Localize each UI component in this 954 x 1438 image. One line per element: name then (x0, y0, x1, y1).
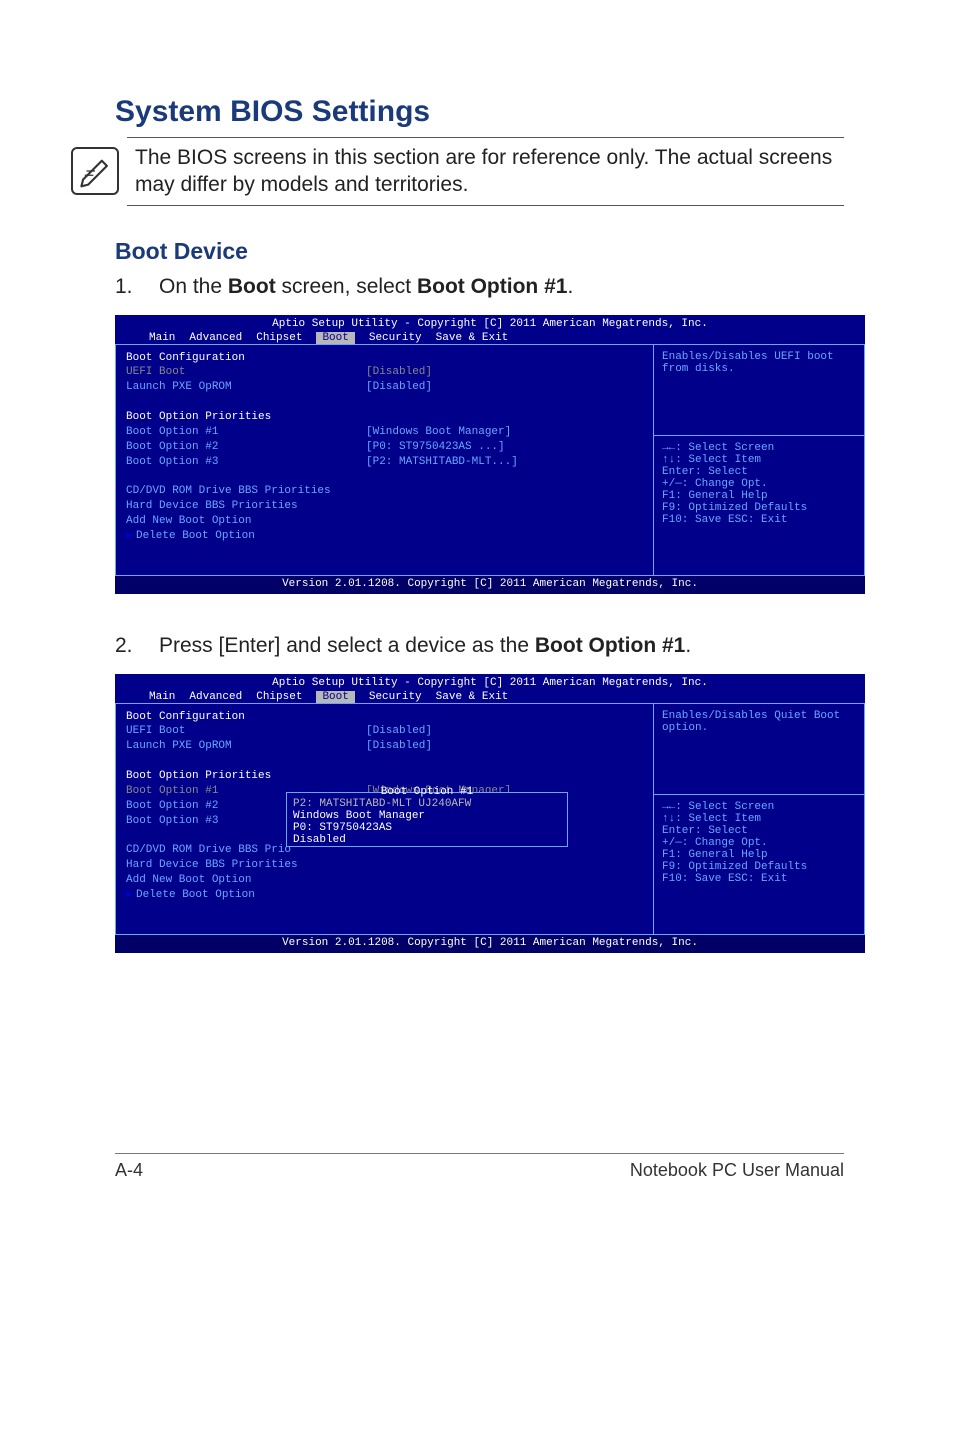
bios-tabs: Main Advanced Chipset Boot Security Save… (115, 691, 865, 703)
bios-key-hint: ↑↓: Select Item (662, 813, 856, 825)
bios-key-hint: F1: General Help (662, 490, 856, 502)
bios-help-text: Enables/Disables Quiet Boot option. (662, 710, 856, 734)
popup-item: Disabled (287, 834, 567, 846)
bios-item: Launch PXE OpROM (126, 739, 366, 754)
bios-key-hint: F9: Optimized Defaults (662, 502, 856, 514)
bios-section: Boot Configuration (126, 351, 245, 366)
footer-text: Notebook PC User Manual (630, 1160, 844, 1181)
bios-item: Boot Option #3 (126, 455, 366, 470)
bios-tab: Main (149, 332, 175, 344)
bios-item-selected: UEFI Boot (126, 365, 366, 380)
bios-value: [P0: ST9750423AS ...] (366, 440, 505, 455)
bios-tab: Main (149, 691, 175, 703)
bios-tab-active: Boot (316, 691, 354, 703)
section-heading: Boot Device (115, 238, 844, 265)
bios-key-hint: +/—: Change Opt. (662, 478, 856, 490)
bios-key-hint: →←: Select Screen (662, 442, 856, 454)
bios-title: Aptio Setup Utility - Copyright [C] 2011… (115, 674, 865, 691)
popup-item: Windows Boot Manager (287, 810, 567, 822)
bios-key-hint: F10: Save ESC: Exit (662, 514, 856, 526)
bios-key-hint: +/—: Change Opt. (662, 837, 856, 849)
bios-value: [Disabled] (366, 380, 432, 395)
bios-tab: Advanced (189, 691, 242, 703)
bios-footer: Version 2.01.1208. Copyright [C] 2011 Am… (115, 576, 865, 594)
step-text: Press [Enter] and select a device as the… (159, 634, 844, 658)
bios-key-hint: ↑↓: Select Item (662, 454, 856, 466)
bios-value: [P2: MATSHITABD-MLT...] (366, 455, 518, 470)
bios-popup: Boot Option #1 P2: MATSHITABD-MLT UJ240A… (286, 792, 568, 847)
bios-help-text: Enables/Disables UEFI boot from disks. (662, 351, 856, 375)
bios-title: Aptio Setup Utility - Copyright [C] 2011… (115, 315, 865, 332)
bios-item: UEFI Boot (126, 724, 366, 739)
step-text: On the Boot screen, select Boot Option #… (159, 275, 844, 299)
bios-tabs: Main Advanced Chipset Boot Security Save… (115, 332, 865, 344)
bios-item: Add New Boot Option (126, 873, 251, 888)
popup-item: P2: MATSHITABD-MLT UJ240AFW (287, 798, 567, 810)
bios-key-hint: F9: Optimized Defaults (662, 861, 856, 873)
divider (654, 794, 864, 795)
bios-key-hint: F10: Save ESC: Exit (662, 873, 856, 885)
bios-tab: Chipset (256, 332, 302, 344)
page-title: System BIOS Settings (115, 95, 844, 129)
bios-key-hint: Enter: Select (662, 825, 856, 837)
triangle-icon: ▶ (126, 888, 136, 903)
bios-tab-active: Boot (316, 332, 354, 344)
bios-tab: Advanced (189, 332, 242, 344)
bios-screenshot-2: Aptio Setup Utility - Copyright [C] 2011… (115, 674, 865, 953)
bios-tab: Security (369, 691, 422, 703)
triangle-icon: ▶ (126, 529, 136, 544)
step-number: 2. (115, 634, 159, 658)
step-number: 1. (115, 275, 159, 299)
bios-tab: Chipset (256, 691, 302, 703)
note-text: The BIOS screens in this section are for… (135, 144, 844, 199)
bios-item: Hard Device BBS Priorities (126, 858, 298, 873)
bios-item: Launch PXE OpROM (126, 380, 366, 395)
bios-item: Delete Boot Option (136, 529, 255, 544)
bios-screenshot-1: Aptio Setup Utility - Copyright [C] 2011… (115, 315, 865, 594)
bios-section: Boot Option Priorities (126, 769, 271, 784)
bios-item: Delete Boot Option (136, 888, 255, 903)
bios-item: Boot Option #2 (126, 440, 366, 455)
bios-section: Boot Option Priorities (126, 410, 271, 425)
bios-item: CD/DVD ROM Drive BBS Priorities (126, 484, 331, 499)
bios-tab: Save & Exit (436, 691, 509, 703)
bios-section: Boot Configuration (126, 710, 245, 725)
step-1: 1. On the Boot screen, select Boot Optio… (115, 275, 844, 299)
bios-key-hint: Enter: Select (662, 466, 856, 478)
bios-value: [Disabled] (366, 365, 432, 380)
bios-tab: Save & Exit (436, 332, 509, 344)
bios-item: Add New Boot Option (126, 514, 251, 529)
note-icon (71, 147, 119, 195)
bios-item: Boot Option #1 (126, 425, 366, 440)
bios-key-hint: F1: General Help (662, 849, 856, 861)
bios-value: [Disabled] (366, 724, 432, 739)
bios-key-hint: →←: Select Screen (662, 801, 856, 813)
bios-value: [Windows Boot Manager] (366, 425, 511, 440)
bios-item: Hard Device BBS Priorities (126, 499, 298, 514)
step-2: 2. Press [Enter] and select a device as … (115, 634, 844, 658)
bios-tab: Security (369, 332, 422, 344)
bios-value: [Disabled] (366, 739, 432, 754)
bios-item: CD/DVD ROM Drive BBS Prio (126, 843, 291, 858)
divider (654, 435, 864, 436)
popup-title: Boot Option #1 (287, 786, 567, 798)
bios-footer: Version 2.01.1208. Copyright [C] 2011 Am… (115, 935, 865, 953)
popup-item: P0: ST9750423AS (287, 822, 567, 834)
page-number: A-4 (115, 1160, 143, 1181)
